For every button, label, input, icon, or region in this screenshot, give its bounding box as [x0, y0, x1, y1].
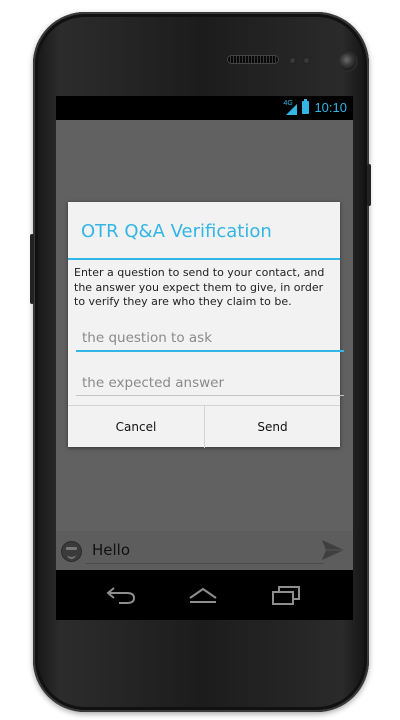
status-icons: 4G 10:10: [283, 99, 347, 115]
volume-button: [30, 234, 34, 304]
cancel-button[interactable]: Cancel: [68, 406, 204, 448]
light-sensor: [303, 57, 310, 64]
front-camera: [339, 53, 356, 70]
power-button: [367, 164, 371, 206]
back-icon[interactable]: [105, 584, 137, 606]
battery-icon: [302, 99, 310, 114]
dialog-overlay: OTR Q&A Verification Enter a question to…: [56, 120, 353, 570]
title-divider: [68, 258, 340, 260]
dialog-title: OTR Q&A Verification: [81, 221, 272, 242]
send-button[interactable]: Send: [204, 406, 340, 448]
status-bar: 4G 10:10: [56, 96, 353, 120]
earpiece-speaker: [228, 56, 278, 63]
navigation-bar: [56, 570, 353, 620]
otr-verification-dialog: OTR Q&A Verification Enter a question to…: [68, 202, 344, 448]
recent-apps-icon[interactable]: [270, 584, 302, 606]
home-icon[interactable]: [187, 584, 219, 606]
phone-screen: 4G 10:10 OTR Q&A Verific: [56, 96, 353, 620]
proximity-sensor: [289, 57, 296, 64]
status-clock: 10:10: [314, 100, 347, 115]
signal-icon: 4G: [283, 100, 298, 115]
dialog-button-row: Cancel Send: [68, 405, 340, 448]
dialog-message: Enter a question to send to your contact…: [74, 266, 325, 308]
answer-input[interactable]: [76, 371, 344, 396]
question-input[interactable]: [76, 326, 344, 352]
